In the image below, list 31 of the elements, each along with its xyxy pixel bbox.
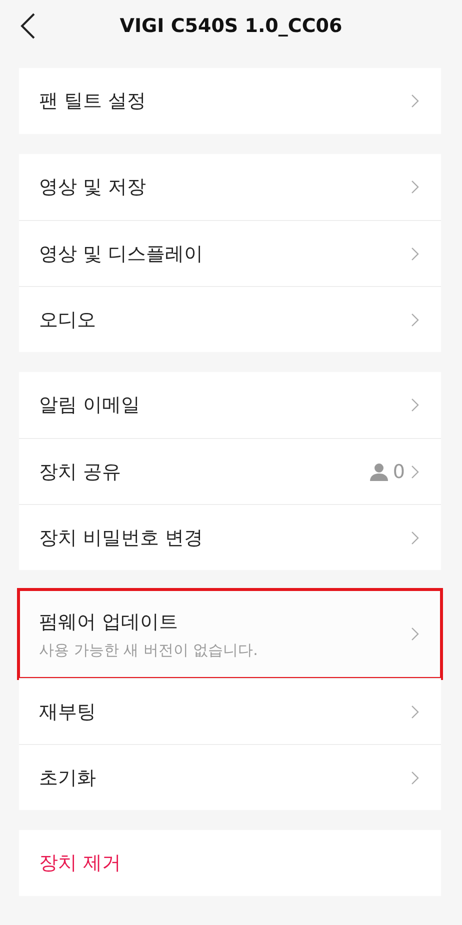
- back-icon[interactable]: [20, 13, 36, 39]
- chevron-icon: [411, 770, 419, 784]
- settings-row[interactable]: 장치 비밀번호 변경: [19, 504, 441, 570]
- row-label: 장치 제거: [39, 851, 122, 876]
- row-label: 장치 비밀번호 변경: [39, 526, 204, 550]
- chevron-icon: [411, 94, 419, 108]
- row-subtitle: 사용 가능한 새 버전이 없습니다.: [39, 640, 259, 660]
- settings-row[interactable]: 오디오: [19, 286, 441, 352]
- chevron-icon: [411, 704, 419, 718]
- settings-row[interactable]: 펌웨어 업데이트 사용 가능한 새 버전이 없습니다.: [19, 590, 441, 678]
- row-label: 영상 및 디스플레이: [39, 242, 204, 266]
- chevron-icon: [411, 627, 419, 641]
- chevron-icon: [411, 530, 419, 544]
- row-label: 펌웨어 업데이트: [39, 610, 180, 634]
- chevron-icon: [411, 464, 419, 478]
- chevron-icon: [411, 180, 419, 194]
- chevron-icon: [411, 398, 419, 412]
- chevron-icon: [411, 246, 419, 260]
- row-label: 장치 공유: [39, 460, 122, 484]
- row-label: 팬 틸트 설정: [39, 89, 148, 114]
- row-label: 재부팅: [39, 700, 97, 724]
- person-icon: [368, 462, 389, 480]
- page-title: VIGI C540S 1.0_CC06: [120, 15, 342, 37]
- settings-row[interactable]: 초기화: [19, 744, 441, 810]
- row-label: 알림 이메일: [39, 393, 142, 418]
- row-label: 오디오: [39, 308, 97, 332]
- row-label: 초기화: [39, 766, 97, 790]
- row-label: 영상 및 저장: [39, 175, 148, 200]
- chevron-icon: [411, 312, 419, 326]
- share-count: 0: [392, 460, 405, 482]
- settings-row[interactable]: 장치 제거: [19, 830, 441, 896]
